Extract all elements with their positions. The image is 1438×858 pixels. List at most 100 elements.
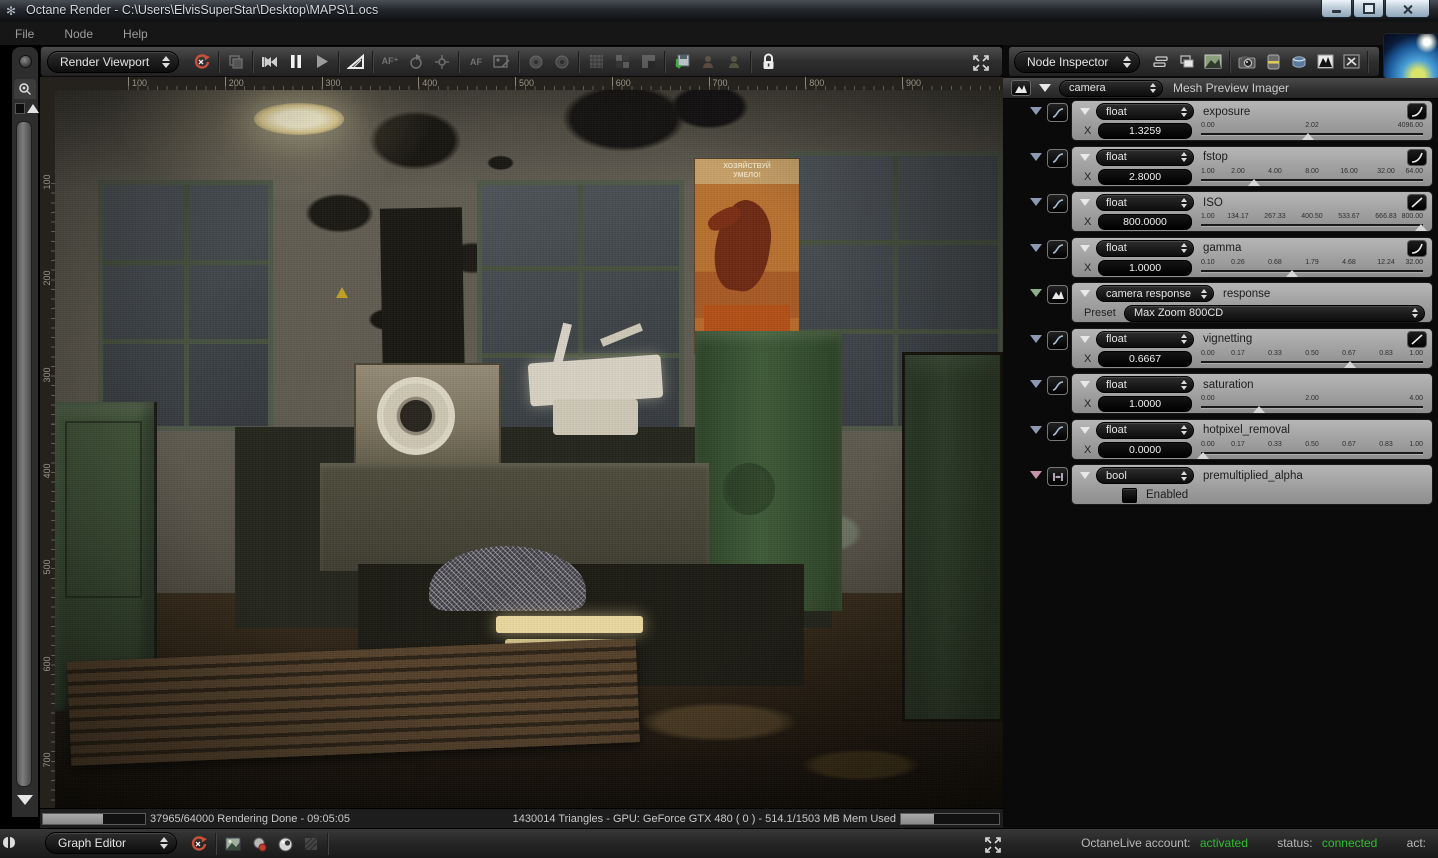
graph-editor-selector[interactable]: Graph Editor (45, 832, 177, 854)
white-balance-picker-icon[interactable] (489, 50, 515, 74)
material-picker-icon[interactable] (246, 832, 272, 856)
param-type-dropdown[interactable]: camera response (1096, 285, 1214, 302)
param-type-dropdown[interactable]: float (1096, 148, 1194, 166)
param-type-dropdown[interactable]: float (1096, 103, 1194, 120)
restart-render-icon[interactable] (186, 832, 212, 856)
menu-file[interactable]: File (0, 22, 49, 45)
response-node-icon[interactable] (1047, 285, 1068, 304)
camera-icon[interactable] (1234, 50, 1260, 74)
compare-b-icon[interactable] (721, 50, 747, 74)
param-type-dropdown[interactable]: float (1096, 194, 1194, 211)
play-icon[interactable] (309, 50, 335, 74)
expand-graph-icon[interactable] (980, 833, 1006, 857)
vertical-scrollbar[interactable] (16, 121, 32, 787)
restart-render-icon[interactable] (189, 50, 215, 74)
node-pin-icon[interactable] (1030, 152, 1042, 161)
param-type-dropdown[interactable]: float (1096, 239, 1194, 257)
minimize-button[interactable] (1321, 0, 1352, 18)
menu-node[interactable]: Node (49, 22, 108, 45)
film-gamma-icon[interactable] (343, 50, 369, 74)
param-slider[interactable]: 0.10 0.26 0.68 1.79 4.68 12.24 32.00 (1201, 259, 1423, 277)
preview-mode-icons[interactable] (15, 103, 39, 114)
node-pin-icon[interactable] (1030, 380, 1042, 388)
inspector-selector[interactable]: Node Inspector (1014, 50, 1140, 73)
collapse-arrow-icon[interactable] (1080, 381, 1090, 388)
node-pin-icon[interactable] (1030, 289, 1042, 297)
collapse-arrow-icon[interactable] (1080, 244, 1090, 252)
save-render-icon[interactable] (669, 50, 695, 74)
param-slider[interactable]: 0.00 2.00 4.00 (1201, 395, 1423, 413)
preview-sphere-icon[interactable] (272, 832, 298, 856)
autofocus-add-icon[interactable]: AF⁺ (377, 50, 403, 74)
expand-viewport-icon[interactable] (968, 51, 994, 75)
preset-dropdown[interactable]: Max Zoom 800CD (1124, 304, 1425, 322)
node-pin-icon[interactable] (1030, 243, 1042, 252)
render-disc-b-icon[interactable] (549, 50, 575, 74)
collapse-hierarchy-icon[interactable] (1148, 50, 1174, 74)
float-node-icon[interactable] (1047, 376, 1068, 395)
scroll-down-icon[interactable] (17, 795, 33, 805)
value-field[interactable]: 0.6667 (1098, 350, 1192, 367)
zoom-tool-icon[interactable] (14, 79, 36, 99)
node-type-dropdown[interactable]: camera (1059, 79, 1163, 97)
float-node-icon[interactable] (1047, 103, 1068, 122)
texture-preview-icon[interactable] (298, 832, 324, 856)
slider-handle[interactable] (1414, 224, 1427, 231)
float-node-icon[interactable] (1047, 239, 1068, 259)
restore-button[interactable] (1353, 0, 1384, 18)
render-disc-a-icon[interactable] (523, 50, 549, 74)
render-settings-icon[interactable] (1338, 50, 1364, 74)
compare-a-icon[interactable] (695, 50, 721, 74)
slider-handle[interactable] (1252, 406, 1265, 413)
collapse-arrow-icon[interactable] (1080, 426, 1090, 434)
interpolation-curve-button[interactable] (1407, 194, 1427, 211)
node-pin-icon[interactable] (1030, 471, 1042, 479)
interpolation-curve-button[interactable] (1407, 103, 1427, 120)
value-field[interactable]: 2.8000 (1098, 168, 1192, 185)
collapse-arrow-icon[interactable] (1039, 84, 1051, 92)
histogram-icon[interactable] (1312, 50, 1338, 74)
refocus-icon[interactable] (403, 50, 429, 74)
preview-image-icon[interactable] (1200, 50, 1226, 74)
interpolation-curve-button[interactable] (1407, 148, 1427, 166)
rail-radio-button[interactable] (19, 55, 32, 68)
enabled-checkbox[interactable] (1122, 487, 1137, 503)
value-field[interactable]: 1.3259 (1098, 123, 1192, 139)
autofocus-icon[interactable]: AF (463, 50, 489, 74)
copy-image-icon[interactable] (223, 50, 249, 74)
collapse-arrow-icon[interactable] (1080, 472, 1090, 479)
node-pin-icon[interactable] (1030, 334, 1042, 343)
collapse-arrow-icon[interactable] (1080, 290, 1090, 297)
param-type-dropdown[interactable]: bool (1096, 467, 1194, 484)
collapse-arrow-icon[interactable] (1080, 199, 1090, 206)
slider-handle[interactable] (1343, 360, 1356, 368)
value-field[interactable]: 1.0000 (1098, 259, 1192, 276)
slider-handle[interactable] (1286, 269, 1299, 277)
pause-icon[interactable] (283, 50, 309, 74)
menu-help[interactable]: Help (108, 22, 163, 45)
slider-handle[interactable] (1248, 178, 1261, 186)
subsample-coarse-icon[interactable] (609, 50, 635, 74)
exposure-icon[interactable] (1260, 50, 1286, 74)
rewind-icon[interactable] (257, 50, 283, 74)
subsample-fine-icon[interactable] (583, 50, 609, 74)
param-type-dropdown[interactable]: float (1096, 376, 1194, 393)
float-node-icon[interactable] (1047, 330, 1068, 350)
close-button[interactable] (1385, 0, 1430, 18)
param-slider[interactable]: 1.00 134.17 267.33 400.50 533.67 666.83 800.00 (1201, 213, 1427, 231)
viewport-selector[interactable]: Render Viewport (47, 50, 179, 73)
slider-handle[interactable] (1301, 133, 1314, 140)
interpolation-curve-button[interactable] (1407, 330, 1427, 348)
param-slider[interactable]: 0.00 0.17 0.33 0.50 0.67 0.83 1.00 (1201, 350, 1423, 368)
panel-handle-icon[interactable] (3, 837, 15, 848)
param-slider[interactable]: 1.00 2.00 4.00 8.00 16.00 32.00 64.00 (1201, 168, 1423, 186)
param-slider[interactable]: 0.00 0.17 0.33 0.50 0.67 0.83 1.00 (1197, 441, 1423, 459)
save-image-icon[interactable] (220, 832, 246, 856)
param-type-dropdown[interactable]: float (1096, 330, 1194, 348)
lock-image-icon[interactable] (755, 50, 781, 74)
collapse-arrow-icon[interactable] (1080, 153, 1090, 161)
param-type-dropdown[interactable]: float (1096, 421, 1194, 439)
value-field[interactable]: 800.0000 (1098, 214, 1192, 230)
slider-handle[interactable] (1197, 451, 1210, 459)
expand-hierarchy-icon[interactable] (1174, 50, 1200, 74)
